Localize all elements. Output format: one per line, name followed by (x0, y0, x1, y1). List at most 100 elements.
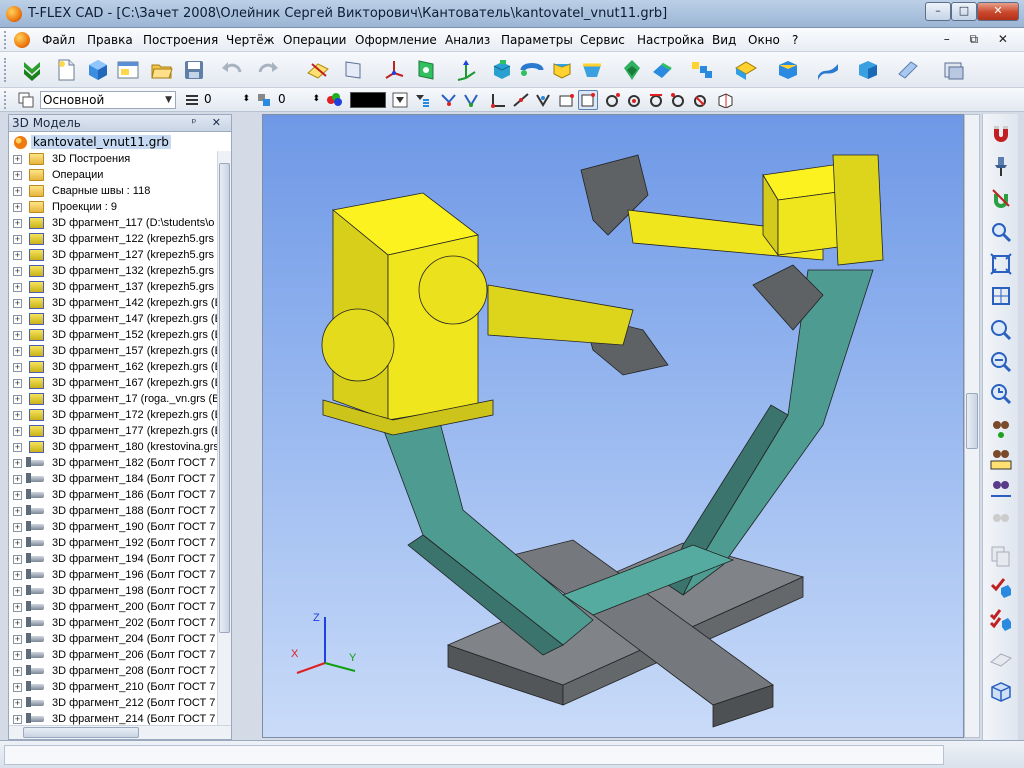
menu-file[interactable]: Файл (42, 33, 75, 47)
expand-icon[interactable]: + (13, 651, 22, 660)
redo-icon[interactable] (256, 58, 280, 82)
tree-item[interactable]: +3D фрагмент_198 (Болт ГОСТ 7 (9, 583, 217, 599)
snap-edge-icon[interactable] (512, 92, 530, 108)
loft-icon[interactable] (550, 58, 574, 82)
3d-node-icon[interactable] (414, 58, 438, 82)
tree-item[interactable]: +3D фрагмент_147 (krepezh.grs (E (9, 311, 217, 327)
expand-icon[interactable]: + (13, 235, 22, 244)
new-file-icon[interactable] (54, 58, 78, 82)
tree-item[interactable]: +3D фрагмент_202 (Болт ГОСТ 7 (9, 615, 217, 631)
menu-window[interactable]: Окно (748, 33, 780, 47)
menu-parameters[interactable]: Параметры (501, 33, 573, 47)
open-file-icon[interactable] (150, 58, 174, 82)
menu-service[interactable]: Сервис (580, 33, 625, 47)
tree-item[interactable]: +3D фрагмент_204 (Болт ГОСТ 7 (9, 631, 217, 647)
tree-item[interactable]: +3D фрагмент_182 (Болт ГОСТ 7 (9, 455, 217, 471)
zoom-fit-icon[interactable] (989, 284, 1013, 308)
expand-icon[interactable]: + (13, 523, 22, 532)
tree-item[interactable]: +3D фрагмент_208 (Болт ГОСТ 7 (9, 663, 217, 679)
tree-item[interactable]: +3D фрагмент_180 (krestovina.grs (9, 439, 217, 455)
expand-icon[interactable]: + (13, 715, 22, 724)
tree-item[interactable]: + Проекции : 9 (9, 199, 217, 215)
menu-operations[interactable]: Операции (283, 33, 346, 47)
window-layout-icon[interactable] (942, 58, 966, 82)
sheet-icon[interactable] (342, 58, 366, 82)
tree-item[interactable]: +3D Построения (9, 151, 217, 167)
body-icon[interactable] (776, 58, 800, 82)
tree-item[interactable]: +3D фрагмент_190 (Болт ГОСТ 7 (9, 519, 217, 535)
expand-icon[interactable]: + (13, 219, 22, 228)
expand-icon[interactable]: + (13, 427, 22, 436)
tree-horizontal-scrollbar[interactable] (9, 725, 231, 739)
expand-icon[interactable]: + (13, 475, 22, 484)
tree-item[interactable]: +3D фрагмент_162 (krepezh.grs (E (9, 359, 217, 375)
tree-item[interactable]: +3D фрагмент_167 (krepezh.grs (E (9, 375, 217, 391)
sheet-metal-icon[interactable] (896, 58, 920, 82)
axis-icon[interactable] (454, 58, 478, 82)
spin-icon[interactable]: ⬍ (242, 91, 250, 107)
confirm-chevron-icon[interactable] (20, 58, 44, 82)
toolbar-grip[interactable] (4, 58, 7, 82)
3d-viewport[interactable]: Z X Y (262, 114, 964, 738)
expand-icon[interactable]: + (13, 171, 22, 180)
zoom-out-icon[interactable] (989, 350, 1013, 374)
snap-vertex-icon[interactable] (490, 92, 508, 108)
tree-item[interactable]: + Операции (9, 167, 217, 183)
expand-icon[interactable]: + (13, 587, 22, 596)
level-field[interactable]: 0 ⬍ (204, 91, 250, 109)
boolean-icon[interactable] (620, 58, 644, 82)
expand-icon[interactable]: + (13, 283, 22, 292)
menubar-grip[interactable] (4, 31, 7, 49)
expand-icon[interactable]: + (13, 187, 22, 196)
expand-icon[interactable]: + (13, 619, 22, 628)
scrollbar-thumb[interactable] (966, 393, 978, 449)
tree-item[interactable]: +3D фрагмент_117 (D:\students\o (9, 215, 217, 231)
zoom-window-icon[interactable] (989, 220, 1013, 244)
menu-view[interactable]: Вид (712, 33, 736, 47)
expand-icon[interactable]: + (13, 203, 22, 212)
color-palette-icon[interactable] (326, 92, 344, 108)
spin-icon[interactable]: ⬍ (312, 91, 320, 107)
menu-design[interactable]: Оформление (355, 33, 437, 47)
undo-icon[interactable] (220, 58, 244, 82)
scrollbar-thumb[interactable] (219, 163, 230, 633)
check-cube-icon[interactable] (989, 576, 1013, 600)
display-hidden-icon[interactable] (989, 508, 1013, 532)
expand-icon[interactable]: + (13, 491, 22, 500)
magnet-icon[interactable] (989, 122, 1013, 146)
expand-icon[interactable]: + (13, 635, 22, 644)
new-3d-model-icon[interactable] (86, 58, 110, 82)
tree-item[interactable]: +3D фрагмент_200 (Болт ГОСТ 7 (9, 599, 217, 615)
tree-item[interactable]: +3D фрагмент_186 (Болт ГОСТ 7 (9, 487, 217, 503)
close-button[interactable]: ✕ (977, 2, 1019, 21)
expand-icon[interactable]: + (13, 539, 22, 548)
check-multi-icon[interactable] (989, 608, 1013, 632)
display-dimensions-icon[interactable] (989, 448, 1013, 472)
tree-item[interactable]: +3D фрагмент_212 (Болт ГОСТ 7 (9, 695, 217, 711)
zoom-extents-icon[interactable] (989, 252, 1013, 276)
tree-item[interactable]: +3D фрагмент_152 (krepezh.grs (E (9, 327, 217, 343)
filter-icon[interactable] (392, 92, 408, 108)
maximize-button[interactable]: □ (951, 2, 977, 21)
expand-icon[interactable]: + (13, 571, 22, 580)
tree-item[interactable]: +3D фрагмент_196 (Болт ГОСТ 7 (9, 567, 217, 583)
tree-item[interactable]: +3D фрагмент_184 (Болт ГОСТ 7 (9, 471, 217, 487)
snap-tangent-icon[interactable] (648, 92, 666, 108)
tree-item[interactable]: +3D фрагмент_157 (krepezh.grs (E (9, 343, 217, 359)
expand-icon[interactable]: + (13, 411, 22, 420)
expand-icon[interactable]: + (13, 667, 22, 676)
tree-item[interactable]: +3D фрагмент_122 (krepezh5.grs ( (9, 231, 217, 247)
new-drawing-icon[interactable] (116, 58, 140, 82)
snap-active-toggle[interactable] (578, 90, 598, 110)
display-axes-icon[interactable] (989, 478, 1013, 502)
snap-circle-icon[interactable] (604, 92, 622, 108)
expand-icon[interactable]: + (13, 507, 22, 516)
expand-icon[interactable]: + (13, 363, 22, 372)
menu-drawing[interactable]: Чертёж (226, 33, 274, 47)
lcs-icon[interactable] (382, 58, 406, 82)
workplane-icon[interactable] (306, 58, 330, 82)
tree-panel-controls[interactable]: ᵖ ✕ (192, 115, 227, 131)
color-swatch[interactable] (350, 92, 386, 108)
toolbar-grip[interactable] (4, 91, 7, 109)
save-file-icon[interactable] (182, 58, 206, 82)
